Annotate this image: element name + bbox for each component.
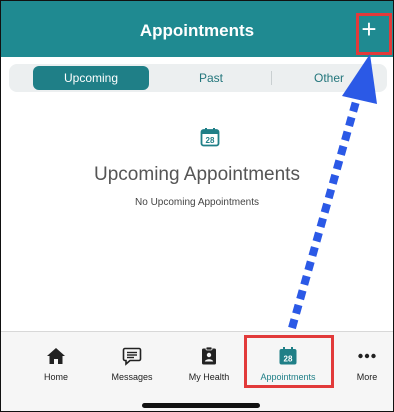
- tab-appointments[interactable]: 28 Appointments: [250, 342, 326, 390]
- tab-more-label: More: [356, 372, 378, 382]
- calendar-icon: 28: [200, 128, 220, 147]
- app-screen: Appointments + Upcoming Past Other 28 Up…: [0, 0, 394, 412]
- calendar-icon: 28: [279, 347, 297, 365]
- messages-icon: [122, 347, 142, 366]
- tab-home[interactable]: Home: [18, 342, 94, 390]
- add-appointment-button[interactable]: +: [351, 11, 387, 47]
- header-bar: Appointments +: [1, 1, 393, 57]
- empty-state-area: [1, 101, 393, 331]
- appointment-filter-segments: Upcoming Past Other: [9, 64, 387, 92]
- tab-appointments-label: Appointments: [260, 372, 316, 382]
- segment-past[interactable]: Past: [151, 66, 271, 90]
- tab-messages-label: Messages: [111, 372, 153, 382]
- home-icon: [47, 348, 65, 364]
- segment-upcoming[interactable]: Upcoming: [33, 66, 149, 90]
- tab-more[interactable]: More: [329, 342, 393, 390]
- tab-my-health[interactable]: My Health: [171, 342, 247, 390]
- page-title: Appointments: [139, 21, 255, 40]
- calendar-day-number: 28: [206, 136, 215, 145]
- segment-divider: [271, 71, 272, 85]
- tab-calendar-day-number: 28: [284, 355, 293, 364]
- empty-state-subtitle: No Upcoming Appointments: [135, 197, 259, 208]
- home-indicator: [142, 403, 260, 408]
- clipboard-icon: [202, 346, 216, 365]
- tab-messages[interactable]: Messages: [94, 342, 170, 390]
- bottom-tab-bar: Home Messages My Health 28 Appointments …: [1, 331, 393, 411]
- tab-home-label: Home: [43, 372, 68, 382]
- segment-other[interactable]: Other: [273, 66, 385, 90]
- more-icon: [358, 353, 376, 359]
- empty-state-title: Upcoming Appointments: [94, 164, 300, 185]
- tab-my-health-label: My Health: [188, 372, 230, 382]
